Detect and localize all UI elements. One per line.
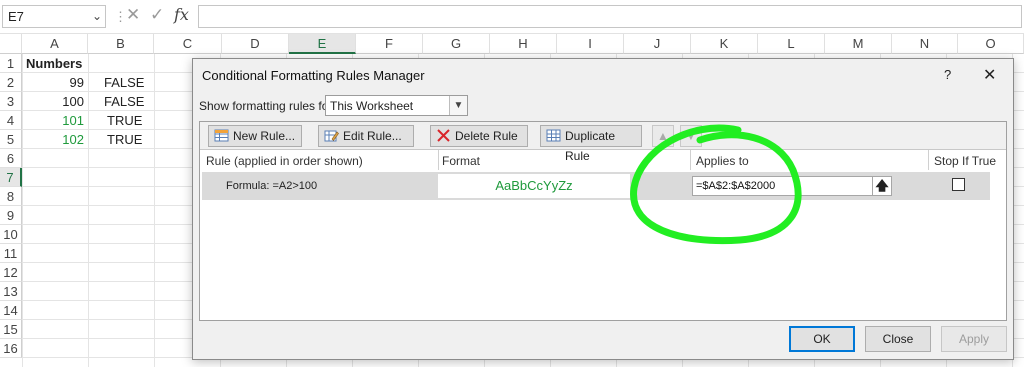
column-header-f[interactable]: F	[356, 34, 423, 54]
fx-icon[interactable]: fx	[174, 5, 189, 24]
cell-a5[interactable]: 102	[22, 130, 84, 149]
column-divider	[928, 150, 929, 170]
column-header-d[interactable]: D	[222, 34, 289, 54]
cell-a2[interactable]: 99	[22, 73, 84, 92]
column-header-m[interactable]: M	[825, 34, 892, 54]
column-header-j[interactable]: J	[624, 34, 691, 54]
rule-formula: Formula: =A2>100	[226, 180, 318, 192]
new-rule-icon	[214, 129, 229, 142]
column-header-k[interactable]: K	[691, 34, 758, 54]
dialog-title: Conditional Formatting Rules Manager	[202, 68, 425, 83]
row-header-10[interactable]: 10	[0, 225, 22, 244]
chevron-down-icon[interactable]: ▼	[449, 96, 467, 115]
new-rule-label: New Rule...	[233, 129, 296, 143]
stop-if-true-column-header: Stop If True	[934, 154, 997, 168]
cell-b3[interactable]: FALSE	[104, 92, 144, 111]
chevron-down-icon[interactable]: ⌄	[92, 9, 102, 23]
column-header-e[interactable]: E	[289, 34, 356, 54]
edit-rule-label: Edit Rule...	[343, 129, 402, 143]
show-rules-select[interactable]: This Worksheet ▼	[325, 95, 468, 116]
column-header-h[interactable]: H	[490, 34, 557, 54]
cell-a1[interactable]: Numbers	[26, 54, 82, 73]
delete-rule-button[interactable]: Delete Rule	[430, 125, 528, 147]
row-header-12[interactable]: 12	[0, 263, 22, 282]
edit-rule-icon	[324, 130, 339, 142]
formula-input[interactable]	[198, 5, 1022, 28]
move-up-button[interactable]: ▲	[652, 125, 674, 147]
rules-toolbar: New Rule... Edit Rule... Delete Rule Dup…	[200, 122, 1006, 163]
ok-button[interactable]: OK	[789, 326, 855, 352]
row-header-2[interactable]: 2	[0, 73, 22, 92]
close-button[interactable]: Close	[865, 326, 931, 352]
column-header-a[interactable]: A	[22, 34, 88, 54]
delete-rule-label: Delete Rule	[455, 129, 518, 143]
row-header-8[interactable]: 8	[0, 187, 22, 206]
column-header-g[interactable]: G	[423, 34, 490, 54]
move-down-button[interactable]: ▼	[680, 125, 702, 147]
formula-bar: E7 ⌄ ⋮ ✕ ✓ fx	[0, 0, 1024, 34]
cell-b4[interactable]: TRUE	[107, 111, 142, 130]
row-header-11[interactable]: 11	[0, 244, 22, 263]
column-header-i[interactable]: I	[557, 34, 624, 54]
column-header-n[interactable]: N	[892, 34, 958, 54]
row-header-4[interactable]: 4	[0, 111, 22, 130]
column-header-b[interactable]: B	[88, 34, 154, 54]
cell-a4[interactable]: 101	[22, 111, 84, 130]
applies-to-input[interactable]: =$A$2:$A$2000 🡅	[692, 176, 892, 196]
row-header-16[interactable]: 16	[0, 339, 22, 358]
applies-to-column-header: Applies to	[696, 154, 749, 168]
check-icon[interactable]: ✓	[150, 5, 164, 25]
column-header-o[interactable]: O	[958, 34, 1024, 54]
rules-header-row: Rule (applied in order shown) Format App…	[200, 150, 1006, 170]
show-rules-value: This Worksheet	[330, 99, 414, 113]
cell-b5[interactable]: TRUE	[107, 130, 142, 149]
row-header-5[interactable]: 5	[0, 130, 22, 149]
format-column-header: Format	[442, 154, 481, 168]
row-header-14[interactable]: 14	[0, 301, 22, 320]
apply-button[interactable]: Apply	[941, 326, 1007, 352]
conditional-formatting-dialog: Conditional Formatting Rules Manager ? ✕…	[192, 58, 1014, 360]
row-header-9[interactable]: 9	[0, 206, 22, 225]
cell-b2[interactable]: FALSE	[104, 73, 144, 92]
new-rule-button[interactable]: New Rule...	[208, 125, 302, 147]
delete-icon	[437, 129, 450, 142]
stop-if-true-checkbox[interactable]	[952, 178, 965, 191]
help-button[interactable]: ?	[944, 67, 951, 82]
duplicate-rule-icon	[546, 129, 561, 142]
column-divider	[690, 150, 691, 170]
close-icon[interactable]: ✕	[983, 65, 996, 85]
duplicate-rule-button[interactable]: Duplicate Rule	[540, 125, 642, 163]
row-header-1[interactable]: 1	[0, 54, 22, 73]
row-header-15[interactable]: 15	[0, 320, 22, 339]
show-rules-label: Show formatting rules for:	[199, 99, 336, 113]
rule-row[interactable]: Formula: =A2>100 AaBbCcYyZz =$A$2:$A$200…	[202, 172, 990, 200]
column-header-l[interactable]: L	[758, 34, 825, 54]
applies-to-value: =$A$2:$A$2000	[696, 180, 776, 192]
name-box[interactable]: E7 ⌄	[2, 5, 106, 28]
column-divider	[438, 150, 439, 170]
cell-a3[interactable]: 100	[22, 92, 84, 111]
row-header-3[interactable]: 3	[0, 92, 22, 111]
edit-rule-button[interactable]: Edit Rule...	[318, 125, 414, 147]
rules-panel: New Rule... Edit Rule... Delete Rule Dup…	[199, 121, 1007, 321]
close-icon[interactable]: ✕	[126, 5, 140, 25]
row-header-6[interactable]: 6	[0, 149, 22, 168]
rule-column-header: Rule (applied in order shown)	[206, 154, 363, 168]
format-sample-text: AaBbCcYyZz	[495, 178, 573, 193]
name-box-value: E7	[8, 9, 24, 24]
select-all-corner[interactable]	[0, 34, 22, 54]
row-header-13[interactable]: 13	[0, 282, 22, 301]
format-preview: AaBbCcYyZz	[438, 174, 630, 198]
range-collapse-icon[interactable]: 🡅	[872, 177, 891, 195]
column-header-c[interactable]: C	[154, 34, 222, 54]
row-header-7[interactable]: 7	[0, 168, 22, 187]
